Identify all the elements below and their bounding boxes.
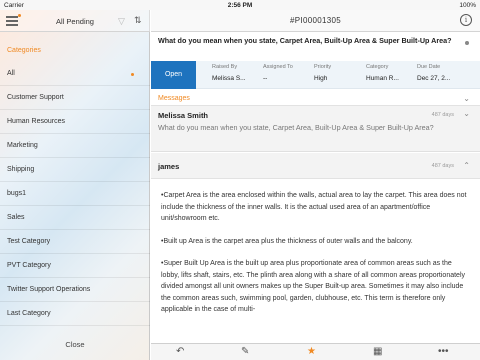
meta-value: Dec 27, 2... bbox=[417, 75, 451, 82]
category-label: All bbox=[7, 70, 15, 77]
action-toolbar: ↶ ✎ ★ ▦ ••• bbox=[151, 343, 480, 360]
sidebar: All Pending ▽ ⇅ Categories All Customer … bbox=[0, 10, 150, 360]
meta-value: Melissa S... bbox=[212, 75, 246, 82]
meta-value: Human R... bbox=[366, 75, 399, 82]
meta-raised-by: Raised By Melissa S... bbox=[212, 64, 246, 82]
category-item-marketing[interactable]: Marketing bbox=[0, 134, 150, 158]
sort-icon[interactable]: ⇅ bbox=[134, 15, 142, 26]
category-item-pvt-category[interactable]: PVT Category bbox=[0, 254, 150, 278]
info-icon[interactable]: i bbox=[460, 14, 472, 26]
meta-priority[interactable]: Priority High bbox=[314, 64, 331, 82]
battery-level: 100% bbox=[459, 1, 476, 9]
edit-icon[interactable]: ✎ bbox=[241, 346, 249, 357]
star-icon[interactable]: ★ bbox=[307, 346, 316, 357]
meta-label: Priority bbox=[314, 64, 332, 70]
category-label: Last Category bbox=[7, 310, 51, 317]
category-label: Twitter Support Operations bbox=[7, 286, 91, 293]
message-preview: What do you mean when you state, Carpet … bbox=[158, 123, 434, 132]
category-label: PVT Category bbox=[7, 262, 51, 269]
message-header[interactable]: james 487 days ⌃ bbox=[151, 153, 480, 179]
message-age: 487 days bbox=[431, 163, 454, 169]
status-bar: Carrier 2:56 PM 100% bbox=[0, 0, 480, 10]
reply-icon[interactable]: ↶ bbox=[176, 346, 184, 357]
more-icon[interactable]: ••• bbox=[438, 346, 449, 357]
category-item-all[interactable]: All bbox=[0, 62, 150, 86]
category-item-bugs1[interactable]: bugs1 bbox=[0, 182, 150, 206]
message-author: james bbox=[158, 162, 180, 171]
category-item-human-resources[interactable]: Human Resources bbox=[0, 110, 150, 134]
calendar-icon[interactable]: ▦ bbox=[373, 346, 382, 357]
unread-dot bbox=[465, 41, 469, 45]
ticket-meta-bar: Open Raised By Melissa S... Assigned To … bbox=[151, 61, 480, 89]
meta-value: -- bbox=[263, 75, 268, 82]
meta-label: Assigned To bbox=[263, 64, 293, 70]
category-list: All Customer Support Human Resources Mar… bbox=[0, 62, 150, 326]
category-label: Human Resources bbox=[7, 118, 65, 125]
category-item-customer-support[interactable]: Customer Support bbox=[0, 86, 150, 110]
selected-indicator bbox=[131, 73, 134, 76]
category-label: Test Category bbox=[7, 238, 51, 245]
meta-category[interactable]: Category Human R... bbox=[366, 64, 399, 82]
chevron-down-icon[interactable]: ⌄ bbox=[463, 109, 470, 118]
chevron-up-icon[interactable]: ⌃ bbox=[463, 161, 470, 170]
ticket-id: #PI00001305 bbox=[290, 16, 341, 25]
clock: 2:56 PM bbox=[227, 1, 253, 9]
message-body: •Carpet Area is the area enclosed within… bbox=[161, 190, 471, 327]
ticket-detail-panel: #PI00001305 i What do you mean when you … bbox=[151, 10, 480, 360]
message-author: Melissa Smith bbox=[158, 111, 209, 120]
status-button[interactable]: Open bbox=[151, 61, 196, 89]
category-label: Shipping bbox=[7, 166, 35, 173]
message-item-expanded: james 487 days ⌃ •Carpet Area is the are… bbox=[151, 153, 480, 343]
messages-header[interactable]: Messages ⌄ bbox=[151, 92, 480, 106]
category-item-test-category[interactable]: Test Category bbox=[0, 230, 150, 254]
meta-label: Due Date bbox=[417, 64, 441, 70]
message-age: 487 days bbox=[431, 112, 454, 118]
meta-due-date[interactable]: Due Date Dec 27, 2... bbox=[417, 64, 450, 82]
message-item[interactable]: Melissa Smith 487 days ⌄ What do you mea… bbox=[151, 106, 480, 152]
sidebar-toolbar: All Pending ▽ ⇅ bbox=[0, 10, 150, 32]
category-item-shipping[interactable]: Shipping bbox=[0, 158, 150, 182]
category-item-sales[interactable]: Sales bbox=[0, 206, 150, 230]
category-item-last-category[interactable]: Last Category bbox=[0, 302, 150, 326]
message-paragraph: •Built up Area is the carpet area plus t… bbox=[161, 237, 413, 245]
messages-label: Messages bbox=[158, 95, 190, 102]
category-item-twitter-support[interactable]: Twitter Support Operations bbox=[0, 278, 150, 302]
meta-label: Category bbox=[366, 64, 389, 70]
sidebar-title: All Pending bbox=[56, 17, 94, 26]
category-label: Sales bbox=[7, 214, 25, 221]
category-label: Customer Support bbox=[7, 94, 64, 101]
message-paragraph: •Super Built Up Area is the built up are… bbox=[161, 260, 466, 313]
ticket-subject: What do you mean when you state, Carpet … bbox=[158, 36, 452, 45]
meta-label: Raised By bbox=[212, 64, 238, 70]
message-paragraph: •Carpet Area is the area enclosed within… bbox=[161, 192, 467, 222]
category-label: bugs1 bbox=[7, 190, 27, 197]
chevron-down-icon[interactable]: ⌄ bbox=[463, 94, 470, 103]
meta-value: High bbox=[314, 75, 328, 82]
ticket-toolbar: #PI00001305 i bbox=[151, 10, 480, 32]
categories-header: Categories bbox=[7, 47, 41, 54]
filter-icon[interactable]: ▽ bbox=[118, 16, 125, 27]
close-button[interactable]: Close bbox=[0, 340, 150, 349]
category-label: Marketing bbox=[7, 142, 38, 149]
meta-assigned-to[interactable]: Assigned To -- bbox=[263, 64, 293, 82]
